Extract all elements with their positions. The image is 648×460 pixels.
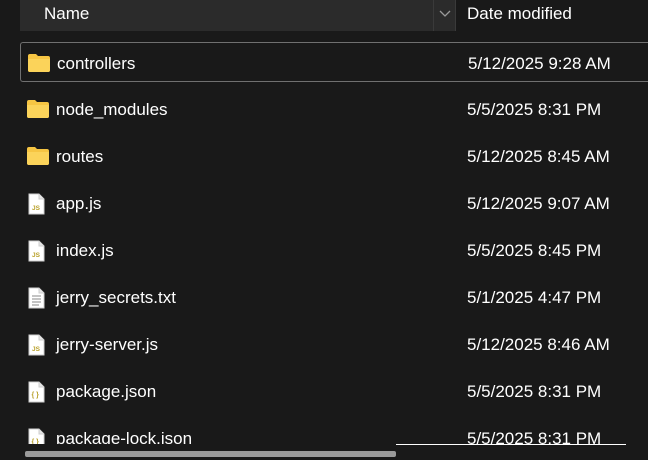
file-row[interactable]: routes 5/12/2025 8:45 AM [20, 136, 648, 176]
folder-icon [26, 146, 50, 168]
file-name: routes [56, 147, 104, 166]
file-list: controllers 5/12/2025 9:28 AM node_modul… [0, 40, 648, 444]
svg-text:JS: JS [32, 205, 41, 212]
horizontal-scrollbar[interactable] [0, 444, 648, 460]
name-column-header[interactable]: Name [20, 0, 456, 31]
file-date: 5/5/2025 8:31 PM [467, 100, 602, 119]
file-name: node_modules [56, 100, 168, 119]
folder-icon [27, 53, 51, 75]
scrollbar-track[interactable] [396, 444, 626, 445]
file-row[interactable]: controllers 5/12/2025 9:28 AM [20, 42, 648, 82]
file-date: 5/5/2025 8:31 PM [467, 429, 602, 444]
file-name: jerry-server.js [56, 335, 159, 354]
file-name: index.js [56, 241, 114, 260]
svg-text:{ }: { } [32, 392, 40, 399]
svg-text:JS: JS [32, 252, 41, 259]
date-modified-column-header[interactable]: Date modified [457, 0, 648, 31]
file-name: package.json [56, 382, 157, 401]
name-column-label: Name [44, 4, 90, 23]
chevron-down-icon[interactable] [433, 0, 455, 31]
js-file-icon: JS [26, 193, 50, 215]
file-date: 5/5/2025 8:45 PM [467, 241, 602, 260]
file-date: 5/12/2025 9:28 AM [468, 54, 611, 73]
file-date: 5/12/2025 9:07 AM [467, 194, 610, 213]
file-name: package-lock.json [56, 429, 193, 444]
file-row[interactable]: JS index.js 5/5/2025 8:45 PM [20, 230, 648, 270]
column-header: Name Date modified [0, 0, 648, 31]
scrollbar-thumb[interactable] [25, 451, 396, 457]
file-name: jerry_secrets.txt [56, 288, 176, 307]
file-date: 5/1/2025 4:47 PM [467, 288, 602, 307]
file-name: app.js [56, 194, 102, 213]
json-file-icon: { } [26, 381, 50, 403]
file-date: 5/12/2025 8:46 AM [467, 335, 610, 354]
js-file-icon: JS [26, 240, 50, 262]
file-row[interactable]: { } package.json 5/5/2025 8:31 PM [20, 371, 648, 411]
file-date: 5/12/2025 8:45 AM [467, 147, 610, 166]
json-file-icon: { } [26, 428, 50, 444]
svg-text:JS: JS [32, 346, 41, 353]
file-row[interactable]: { } package-lock.json 5/5/2025 8:31 PM [20, 418, 648, 444]
text-file-icon [26, 287, 50, 309]
date-modified-column-label: Date modified [467, 4, 572, 23]
file-date: 5/5/2025 8:31 PM [467, 382, 602, 401]
file-row[interactable]: node_modules 5/5/2025 8:31 PM [20, 89, 648, 129]
file-row[interactable]: JS jerry-server.js 5/12/2025 8:46 AM [20, 324, 648, 364]
file-row[interactable]: jerry_secrets.txt 5/1/2025 4:47 PM [20, 277, 648, 317]
file-name: controllers [57, 54, 136, 73]
file-row[interactable]: JS app.js 5/12/2025 9:07 AM [20, 183, 648, 223]
folder-icon [26, 99, 50, 121]
js-file-icon: JS [26, 334, 50, 356]
